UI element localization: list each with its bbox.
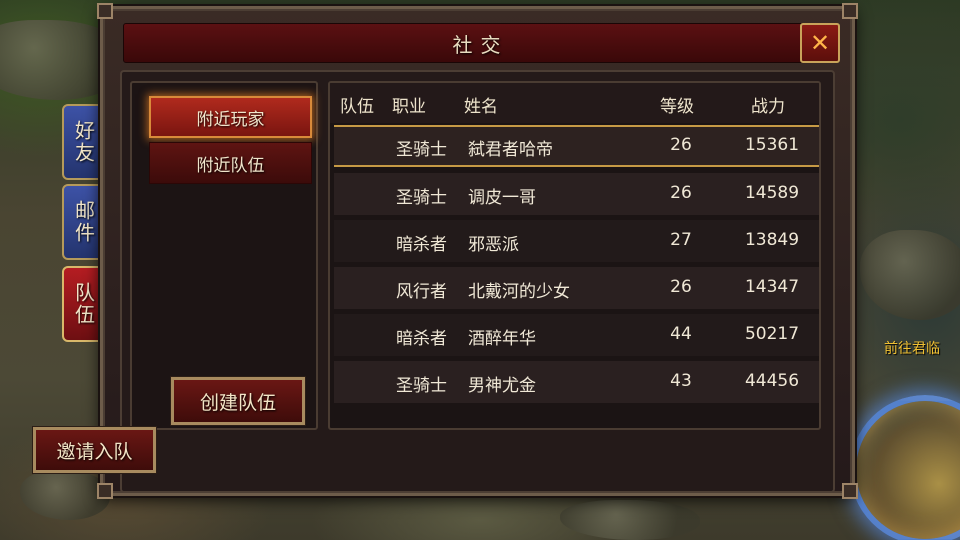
cell-power: 50217 <box>744 324 800 344</box>
close-icon: ✕ <box>809 29 831 57</box>
header-level: 等级 <box>660 97 694 117</box>
header-name: 姓名 <box>464 97 498 117</box>
header-job: 职业 <box>392 97 426 117</box>
table-row[interactable]: 圣骑士 男神尤金 43 44456 <box>334 361 819 403</box>
category-nearby-teams[interactable]: 附近队伍 <box>149 142 312 184</box>
cell-power: 44456 <box>744 371 800 391</box>
cell-power: 13849 <box>744 230 800 250</box>
cell-job: 暗杀者 <box>396 235 447 255</box>
cell-power: 14347 <box>744 277 800 297</box>
category-panel: 附近玩家 附近队伍 创建队伍 <box>130 81 318 430</box>
table-row[interactable]: 暗杀者 酒醉年华 44 50217 <box>334 314 819 356</box>
cell-level: 43 <box>670 371 692 391</box>
cell-job: 风行者 <box>396 282 447 302</box>
frame-corner <box>842 3 858 19</box>
teleport-circle[interactable] <box>850 395 960 540</box>
close-button[interactable]: ✕ <box>800 23 840 63</box>
cell-job: 圣骑士 <box>396 188 447 208</box>
header-team: 队伍 <box>340 97 374 117</box>
world-rock <box>560 500 700 540</box>
player-table: 队伍 职业 姓名 等级 战力 圣骑士 弑君者哈帝 26 15361 圣骑士 调皮… <box>328 81 821 430</box>
invite-to-team-button[interactable]: 邀请入队 <box>32 426 157 474</box>
header-power: 战力 <box>751 97 785 117</box>
cell-name: 男神尤金 <box>468 376 536 396</box>
cell-job: 圣骑士 <box>396 140 447 160</box>
cell-job: 暗杀者 <box>396 329 447 349</box>
cell-level: 26 <box>670 277 692 297</box>
cell-level: 27 <box>670 230 692 250</box>
frame-corner <box>97 3 113 19</box>
table-header: 队伍 职业 姓名 等级 战力 <box>330 83 819 123</box>
table-row[interactable]: 风行者 北戴河的少女 26 14347 <box>334 267 819 309</box>
cell-name: 酒醉年华 <box>468 329 536 349</box>
cell-power: 15361 <box>744 135 800 155</box>
cell-level: 26 <box>670 183 692 203</box>
world-rock <box>860 230 960 320</box>
cell-name: 调皮一哥 <box>468 188 536 208</box>
table-row[interactable]: 圣骑士 调皮一哥 26 14589 <box>334 173 819 215</box>
cell-level: 44 <box>670 324 692 344</box>
cell-name: 邪恶派 <box>468 235 519 255</box>
cell-name: 北戴河的少女 <box>468 282 570 302</box>
npc-destination-label[interactable]: 前往君临 <box>884 338 940 358</box>
frame-corner <box>842 483 858 499</box>
category-nearby-players[interactable]: 附近玩家 <box>149 96 312 138</box>
table-row[interactable]: 暗杀者 邪恶派 27 13849 <box>334 220 819 262</box>
social-window: 社交 ✕ 附近玩家 附近队伍 创建队伍 队伍 职业 姓名 等级 战力 圣骑士 弑… <box>97 3 858 499</box>
table-row[interactable]: 圣骑士 弑君者哈帝 26 15361 <box>334 125 819 167</box>
window-title-bar: 社交 <box>123 23 838 63</box>
window-title: 社交 <box>452 32 509 57</box>
cell-level: 26 <box>670 135 692 155</box>
cell-name: 弑君者哈帝 <box>468 140 553 160</box>
cell-job: 圣骑士 <box>396 376 447 396</box>
create-team-button[interactable]: 创建队伍 <box>170 376 306 426</box>
content-panel: 附近玩家 附近队伍 创建队伍 队伍 职业 姓名 等级 战力 圣骑士 弑君者哈帝 … <box>120 70 835 493</box>
cell-power: 14589 <box>744 183 800 203</box>
frame-corner <box>97 483 113 499</box>
